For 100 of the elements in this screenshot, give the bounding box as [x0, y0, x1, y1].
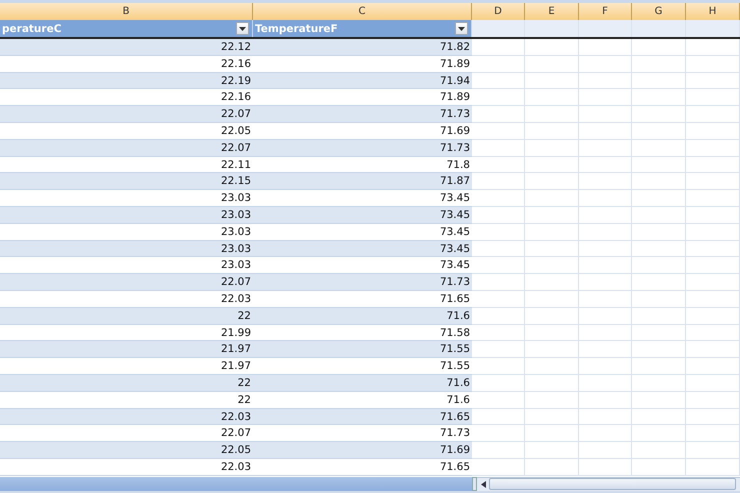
- empty-cell: [686, 240, 740, 258]
- empty-cell: [686, 173, 740, 190]
- table-cell: 22.19: [0, 72, 253, 90]
- empty-cell: [525, 458, 579, 476]
- empty-cell: [579, 173, 632, 190]
- table-cell: 22: [0, 308, 253, 325]
- empty-cell: [525, 274, 579, 291]
- empty-cell: [525, 308, 579, 325]
- empty-cell: [472, 358, 525, 375]
- empty-cell: [525, 89, 579, 106]
- empty-cell: [525, 240, 579, 258]
- empty-cell: [579, 374, 632, 392]
- filter-dropdown-icon[interactable]: [455, 22, 468, 35]
- empty-cell: [579, 341, 632, 358]
- empty-cell: [579, 156, 632, 174]
- table-cell: 71.73: [253, 140, 472, 157]
- empty-cell: [472, 190, 525, 207]
- empty-cell: [579, 72, 632, 90]
- empty-cell: [686, 72, 740, 90]
- empty-cell: [579, 190, 632, 207]
- empty-cell: [686, 274, 740, 291]
- column-header[interactable]: B: [0, 3, 253, 20]
- empty-cell: [632, 425, 686, 442]
- empty-cell: [472, 122, 525, 140]
- empty-cell: [525, 442, 579, 459]
- column-header[interactable]: D: [472, 3, 525, 20]
- empty-cell: [579, 240, 632, 258]
- table-cell: 22.05: [0, 442, 253, 459]
- filter-dropdown-icon[interactable]: [236, 22, 249, 35]
- empty-cell: [686, 408, 740, 426]
- empty-cell: [525, 173, 579, 190]
- empty-cell: [525, 392, 579, 409]
- scroll-thumb[interactable]: [489, 478, 736, 490]
- empty-cell: [579, 308, 632, 325]
- empty-cell: [579, 257, 632, 274]
- empty-cell: [686, 39, 740, 56]
- empty-cell: [579, 425, 632, 442]
- empty-cell: [579, 206, 632, 224]
- table-cell: 71.6: [253, 308, 472, 325]
- header-label: peratureC: [1, 22, 62, 34]
- empty-cell: [686, 358, 740, 375]
- empty-cell: [525, 374, 579, 392]
- empty-cell: [632, 358, 686, 375]
- empty-cell: [472, 224, 525, 241]
- table-cell: 21.97: [0, 341, 253, 358]
- column-header[interactable]: E: [525, 3, 579, 20]
- empty-cell: [525, 224, 579, 241]
- column-header[interactable]: F: [579, 3, 632, 20]
- split-handle[interactable]: [472, 476, 477, 491]
- empty-cell: [632, 39, 686, 56]
- empty-cell: [632, 458, 686, 476]
- empty-cell: [525, 425, 579, 442]
- empty-cell: [525, 257, 579, 274]
- empty-cell: [686, 190, 740, 207]
- empty-cell: [686, 89, 740, 106]
- empty-cell: [579, 324, 632, 342]
- table-cell: 22.12: [0, 39, 253, 56]
- empty-cell: [472, 425, 525, 442]
- empty-cell: [632, 122, 686, 140]
- empty-cell: [632, 156, 686, 174]
- empty-cell: [472, 56, 525, 73]
- empty-cell: [472, 290, 525, 308]
- empty-cell: [632, 206, 686, 224]
- empty-cell: [632, 140, 686, 157]
- table-cell: 71.65: [253, 458, 472, 476]
- empty-cell: [686, 341, 740, 358]
- table-cell: 22.03: [0, 458, 253, 476]
- table-cell: 71.73: [253, 274, 472, 291]
- empty-cell: [632, 308, 686, 325]
- table-cell: 22.07: [0, 140, 253, 157]
- table-cell: 73.45: [253, 240, 472, 258]
- table-cell: 71.94: [253, 72, 472, 90]
- empty-cell: [525, 122, 579, 140]
- empty-cell: [686, 156, 740, 174]
- empty-cell: [686, 257, 740, 274]
- empty-cell: [525, 358, 579, 375]
- empty-cell: [525, 341, 579, 358]
- empty-cell: [472, 257, 525, 274]
- empty-cell: [525, 56, 579, 73]
- empty-cell: [632, 173, 686, 190]
- empty-cell: [686, 224, 740, 241]
- empty-cell: [632, 72, 686, 90]
- empty-cell: [579, 224, 632, 241]
- empty-cell: [579, 358, 632, 375]
- empty-cell: [579, 89, 632, 106]
- empty-cell: [686, 374, 740, 392]
- empty-cell: [686, 392, 740, 409]
- empty-cell: [525, 206, 579, 224]
- empty-cell: [472, 156, 525, 174]
- column-header[interactable]: C: [253, 3, 472, 20]
- column-header[interactable]: G: [632, 3, 686, 20]
- column-header[interactable]: H: [686, 3, 740, 20]
- empty-cell: [632, 442, 686, 459]
- horizontal-scrollbar[interactable]: [477, 476, 740, 491]
- empty-cell: [579, 392, 632, 409]
- table-cell: 23.03: [0, 240, 253, 258]
- empty-cell: [579, 122, 632, 140]
- table-cell: 71.69: [253, 442, 472, 459]
- table-cell: 22.15: [0, 173, 253, 190]
- empty-cell: [525, 39, 579, 56]
